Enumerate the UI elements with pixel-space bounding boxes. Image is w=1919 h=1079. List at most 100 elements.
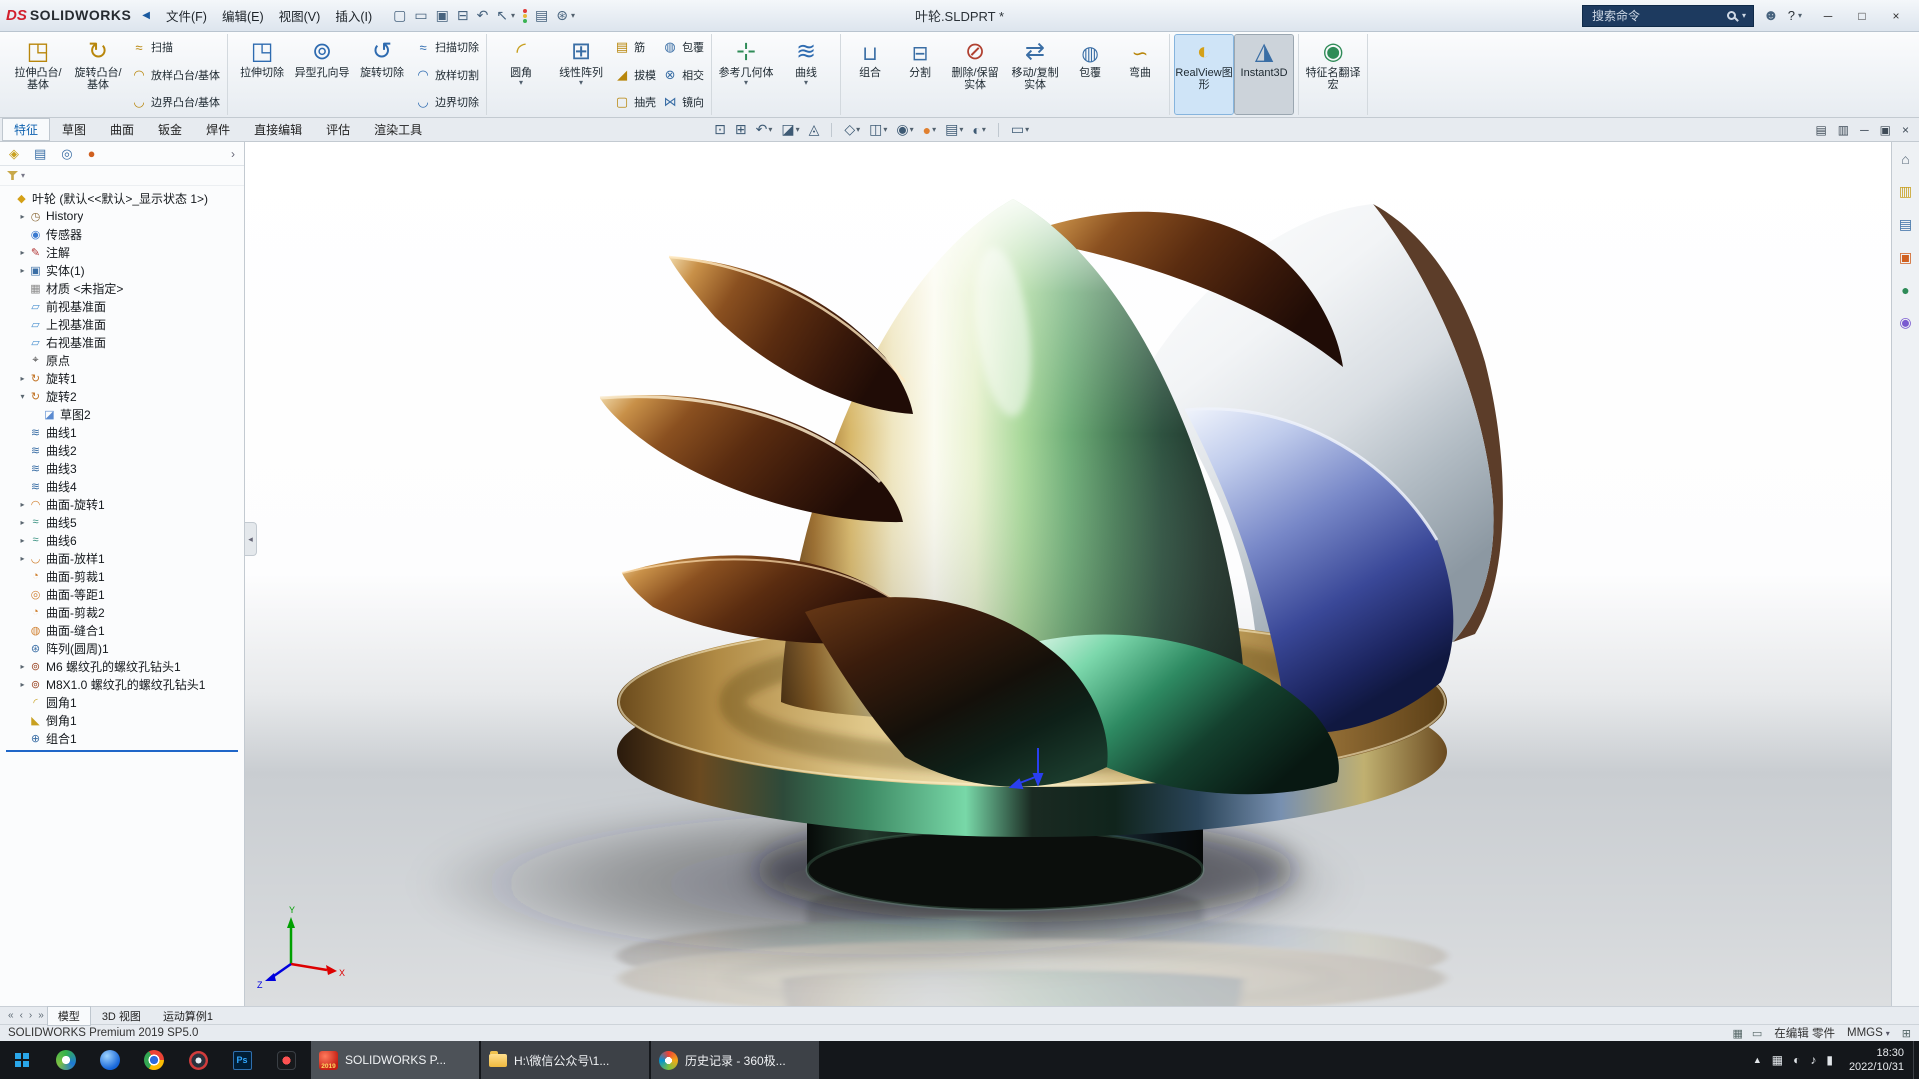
tab-displaymanager[interactable]: ● [88,146,96,161]
ribbon-button[interactable]: ◉特征名翻译宏 [1304,35,1362,114]
tray-volume-icon[interactable]: ♪ [1810,1053,1816,1067]
tree-item[interactable]: ◔曲面-剪裁1 [0,567,244,585]
close-button[interactable]: × [1879,3,1913,29]
edit-appearance-icon[interactable]: ●▾ [923,122,936,138]
expand-arrow-icon[interactable]: ▸ [17,554,28,563]
taskbar-window-folder[interactable]: H:\微信公众号\1... [481,1041,649,1079]
status-tag-icon[interactable]: ⊞ [1902,1027,1911,1040]
dropdown-caret-icon[interactable]: ▾ [571,11,575,20]
feature-tab[interactable]: 渲染工具 [362,118,434,141]
recorder-icon[interactable] [264,1041,308,1079]
view-settings-icon[interactable]: ◐▾ [972,122,985,138]
tree-item[interactable]: ◆叶轮 (默认<<默认>_显示状态 1>) [0,189,244,207]
view-palette-icon[interactable]: ▣ [1899,249,1912,266]
options-display-icon[interactable]: ▭▾ [1011,121,1029,138]
taskbar-window-solidworks[interactable]: 2019SOLIDWORKS P... [311,1041,479,1079]
expand-arrow-icon[interactable]: ▸ [17,536,28,545]
feature-tab[interactable]: 直接编辑 [242,118,314,141]
new-doc-icon[interactable]: ▢ [393,7,406,24]
taskbar-window-browser360[interactable]: 历史记录 - 360极... [651,1041,819,1079]
ribbon-button[interactable]: ≈扫描 [131,39,220,55]
ribbon-button[interactable]: ≋曲线▾ [777,35,835,114]
tree-item[interactable]: ▱右视基准面 [0,333,244,351]
options-icon[interactable]: ⊛ [556,7,568,24]
security-icon[interactable] [176,1041,220,1079]
tree-item[interactable]: ◍曲面-缝合1 [0,621,244,639]
orientation-triad[interactable]: Y X Z [257,905,345,990]
tray-expand-icon[interactable]: ▲ [1753,1055,1762,1065]
search-input[interactable] [1590,8,1721,24]
print-icon[interactable]: ⊟ [457,7,469,24]
tree-item[interactable]: ≋曲线4 [0,477,244,495]
expand-arrow-icon[interactable]: ▸ [17,212,28,221]
expand-arrow-icon[interactable]: ▸ [17,518,28,527]
tree-item[interactable]: ▸✎注解 [0,243,244,261]
search-icon[interactable] [1727,11,1736,20]
ribbon-button[interactable]: ⊞线性阵列▾ [552,35,610,114]
ribbon-button[interactable]: ⊘删除/保留实体 [946,35,1004,114]
ribbon-button[interactable]: ▢抽壳 [614,94,656,110]
tree-item[interactable]: ◣倒角1 [0,711,244,729]
tree-item[interactable]: ▸≈曲线6 [0,531,244,549]
filter-caret-icon[interactable]: ▾ [21,171,25,180]
rollback-bar[interactable] [6,750,238,752]
expand-arrow-icon[interactable]: ▾ [17,392,28,401]
design-library-icon[interactable]: ▥ [1899,183,1912,200]
ribbon-button[interactable]: ◠放样切割 [415,67,479,83]
show-desktop-button[interactable] [1913,1041,1919,1079]
tray-battery-icon[interactable]: ▮ [1826,1053,1833,1067]
save-icon[interactable]: ▣ [436,7,449,24]
ribbon-button[interactable]: ◳拉伸凸台/基体 [9,35,67,114]
ribbon-button[interactable]: ⊚异型孔向导 [293,35,351,114]
maximize-button[interactable]: □ [1845,3,1879,29]
ribbon-button[interactable]: ⋈镜向 [662,94,704,110]
ribbon-button[interactable]: ◍包覆 [1066,35,1114,114]
tree-item[interactable]: ▱上视基准面 [0,315,244,333]
search-caret-icon[interactable]: ▾ [1742,11,1746,20]
file-explorer-icon[interactable]: ▤ [1899,216,1912,233]
graphics-viewport[interactable]: Y X Z ◂ [245,142,1891,1006]
user-account-icon[interactable]: ☻ [1763,7,1779,24]
ribbon-button[interactable]: ⊟分割 [896,35,944,114]
tree-item[interactable]: ◪草图2 [0,405,244,423]
tree-item[interactable]: ▸◷History [0,207,244,225]
feature-tab[interactable]: 曲面 [98,118,146,141]
view-tab-nav-icon[interactable]: › [26,1010,35,1021]
view-tab[interactable]: 模型 [47,1006,91,1026]
panel-collapse-handle[interactable]: ◂ [245,522,257,556]
photoshop-icon[interactable]: Ps [220,1041,264,1079]
view-orientation-icon[interactable]: ◇▾ [844,121,860,138]
tree-item[interactable]: ◔曲面-剪裁2 [0,603,244,621]
expand-arrow-icon[interactable]: ▸ [17,248,28,257]
tray-network-icon[interactable]: ▦ [1772,1053,1783,1067]
tree-item[interactable]: ▸▣实体(1) [0,261,244,279]
zoom-area-icon[interactable]: ⊞ [735,121,747,138]
ribbon-button[interactable]: ◡边界凸台/基体 [131,94,220,110]
units-selector[interactable]: MMGS ▾ [1847,1027,1890,1039]
feature-tab[interactable]: 草图 [50,118,98,141]
chrome-icon[interactable] [132,1041,176,1079]
browser-icon[interactable] [88,1041,132,1079]
tree-item[interactable]: ≋曲线2 [0,441,244,459]
tree-item[interactable]: ▸◡曲面-放样1 [0,549,244,567]
ribbon-button[interactable]: ⇄移动/复制实体 [1006,35,1064,114]
impeller-3d-render[interactable]: Y X Z [245,142,1891,1006]
ribbon-button[interactable]: ◜圆角▾ [492,35,550,114]
doc-restore-icon[interactable]: ▣ [1880,123,1891,137]
tree-item[interactable]: ◎曲面-等距1 [0,585,244,603]
select-icon[interactable]: ↖ [496,7,508,24]
menu-item[interactable]: 编辑(E) [215,3,271,28]
dropdown-caret-icon[interactable]: ▾ [511,11,515,20]
tree-item[interactable]: ⌖原点 [0,351,244,369]
ribbon-button[interactable]: ◍包覆 [662,39,704,55]
tree-item[interactable]: ▱前视基准面 [0,297,244,315]
view-tab[interactable]: 运动算例1 [152,1006,224,1026]
tree-item[interactable]: ≋曲线3 [0,459,244,477]
pane-toggle2-icon[interactable]: ▥ [1838,123,1849,137]
tree-item[interactable]: ⊛阵列(圆周)1 [0,639,244,657]
feature-tab[interactable]: 特征 [2,118,50,141]
menu-item[interactable]: 视图(V) [272,3,328,28]
tree-item[interactable]: ◜圆角1 [0,693,244,711]
hide-show-items-icon[interactable]: ◉▾ [896,121,913,138]
section-view-icon[interactable]: ◪▾ [781,121,799,138]
